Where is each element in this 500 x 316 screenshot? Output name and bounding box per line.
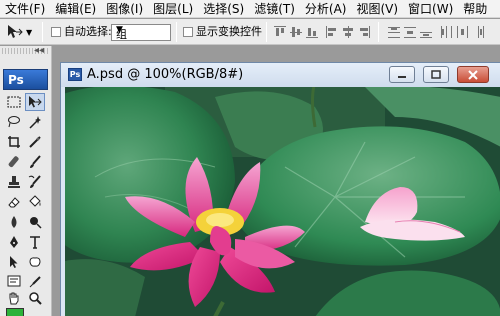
dodge-icon[interactable] bbox=[25, 213, 45, 231]
distribute-right-icon[interactable] bbox=[472, 26, 484, 38]
close-icon bbox=[468, 69, 478, 80]
distribute-top-icon[interactable] bbox=[388, 26, 400, 38]
magic-wand-icon[interactable] bbox=[25, 113, 45, 131]
minimize-icon bbox=[398, 75, 406, 78]
lasso-icon[interactable] bbox=[4, 113, 24, 131]
document-title: A.psd @ 100%(RGB/8#) bbox=[87, 67, 244, 82]
align-left-icon[interactable] bbox=[326, 26, 338, 38]
move-tool-icon bbox=[8, 25, 23, 38]
menu-image[interactable]: 图像(I) bbox=[101, 0, 148, 17]
show-transform-checkbox[interactable] bbox=[183, 27, 193, 37]
menu-window[interactable]: 窗口(W) bbox=[403, 0, 458, 17]
align-top-icon[interactable] bbox=[274, 26, 286, 38]
distribute-hcenter-icon[interactable] bbox=[456, 26, 468, 38]
image-canvas[interactable] bbox=[65, 87, 500, 316]
slice-icon[interactable] bbox=[25, 133, 45, 151]
path-selection-icon[interactable] bbox=[4, 253, 24, 271]
menu-edit[interactable]: 编辑(E) bbox=[50, 0, 101, 17]
chevron-down-icon: ▼ bbox=[116, 25, 123, 35]
menu-analysis[interactable]: 分析(A) bbox=[300, 0, 352, 17]
align-hcenter-icon[interactable] bbox=[342, 26, 354, 38]
divider bbox=[266, 22, 267, 42]
rectangular-marquee-icon[interactable] bbox=[4, 93, 24, 111]
divider bbox=[378, 22, 379, 42]
menu-layer[interactable]: 图层(L) bbox=[148, 0, 198, 17]
psd-file-icon: Ps bbox=[68, 68, 82, 81]
move-tool-icon[interactable] bbox=[25, 93, 45, 111]
clone-stamp-icon[interactable] bbox=[4, 173, 24, 191]
ps-logo: Ps bbox=[3, 69, 48, 90]
crop-icon[interactable] bbox=[4, 133, 24, 151]
type-icon[interactable] bbox=[25, 233, 45, 251]
eraser-icon[interactable] bbox=[4, 193, 24, 211]
collapse-icon[interactable]: ◂◂ bbox=[34, 45, 44, 56]
menu-view[interactable]: 视图(V) bbox=[351, 0, 403, 17]
minimize-button[interactable] bbox=[389, 66, 415, 83]
distribute-vcenter-icon[interactable] bbox=[404, 26, 416, 38]
auto-select-dropdown[interactable]: 组 ▼ bbox=[111, 24, 171, 41]
pen-icon[interactable] bbox=[4, 233, 24, 251]
divider bbox=[176, 22, 177, 42]
distribute-bottom-icon[interactable] bbox=[420, 26, 432, 38]
document-titlebar[interactable]: Ps A.psd @ 100%(RGB/8#) bbox=[61, 63, 500, 87]
document-window: Ps A.psd @ 100%(RGB/8#) bbox=[60, 62, 500, 316]
custom-shape-icon[interactable] bbox=[25, 253, 45, 271]
distribute-left-icon[interactable] bbox=[440, 26, 452, 38]
brush-icon[interactable] bbox=[25, 153, 45, 171]
auto-select-checkbox[interactable] bbox=[51, 27, 61, 37]
menu-filter[interactable]: 滤镜(T) bbox=[249, 0, 300, 17]
close-button[interactable] bbox=[457, 66, 489, 83]
toolbox-panel: ◂◂ Ps bbox=[0, 45, 52, 316]
menu-select[interactable]: 选择(S) bbox=[198, 0, 249, 17]
show-transform-label: 显示变换控件 bbox=[196, 25, 262, 38]
divider bbox=[42, 22, 43, 42]
blur-icon[interactable] bbox=[4, 213, 24, 231]
menu-bar: 文件(F) 编辑(E) 图像(I) 图层(L) 选择(S) 滤镜(T) 分析(A… bbox=[0, 0, 500, 18]
align-right-icon[interactable] bbox=[358, 26, 370, 38]
restore-icon bbox=[431, 70, 441, 79]
healing-brush-icon[interactable] bbox=[4, 153, 24, 171]
auto-select-label: 自动选择: bbox=[64, 25, 112, 38]
paint-bucket-icon[interactable] bbox=[25, 193, 45, 211]
hand-icon[interactable] bbox=[4, 289, 24, 307]
history-brush-icon[interactable] bbox=[25, 173, 45, 191]
align-bottom-icon[interactable] bbox=[306, 26, 318, 38]
menu-file[interactable]: 文件(F) bbox=[0, 0, 50, 17]
maximize-button[interactable] bbox=[423, 66, 449, 83]
chevron-down-icon: ▼ bbox=[26, 28, 33, 37]
foreground-color-swatch[interactable] bbox=[6, 308, 24, 316]
menu-help[interactable]: 帮助 bbox=[458, 0, 492, 17]
zoom-icon[interactable] bbox=[25, 289, 45, 307]
lotus-photo bbox=[65, 87, 500, 316]
options-bar: ▼ 自动选择: 组 ▼ 显示变换控件 bbox=[0, 19, 500, 45]
tool-preset-picker[interactable]: ▼ bbox=[4, 23, 34, 41]
align-vcenter-icon[interactable] bbox=[290, 26, 302, 38]
